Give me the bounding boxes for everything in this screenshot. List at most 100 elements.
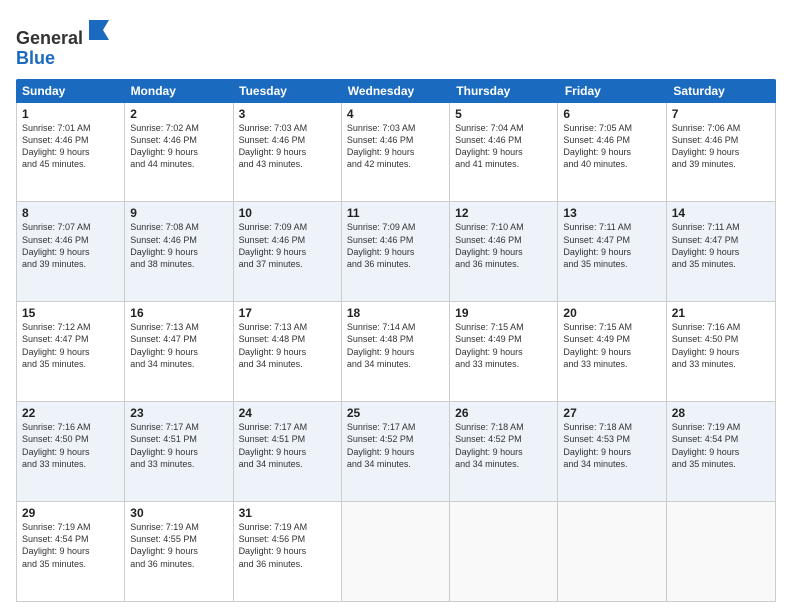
cell-line: Sunrise: 7:17 AM bbox=[130, 421, 227, 433]
cell-line: Daylight: 9 hours bbox=[455, 346, 552, 358]
day-number: 22 bbox=[22, 406, 119, 420]
calendar-cell-12: 12Sunrise: 7:10 AMSunset: 4:46 PMDayligh… bbox=[450, 202, 558, 301]
cell-line: Sunrise: 7:09 AM bbox=[239, 221, 336, 233]
calendar-cell-21: 21Sunrise: 7:16 AMSunset: 4:50 PMDayligh… bbox=[667, 302, 775, 401]
cell-line: and 34 minutes. bbox=[239, 358, 336, 370]
calendar-cell-9: 9Sunrise: 7:08 AMSunset: 4:46 PMDaylight… bbox=[125, 202, 233, 301]
calendar-row-3: 22Sunrise: 7:16 AMSunset: 4:50 PMDayligh… bbox=[17, 402, 775, 502]
cell-line: Daylight: 9 hours bbox=[239, 146, 336, 158]
cell-line: Daylight: 9 hours bbox=[130, 346, 227, 358]
cell-line: Sunrise: 7:19 AM bbox=[672, 421, 770, 433]
day-number: 28 bbox=[672, 406, 770, 420]
cell-line: Sunrise: 7:19 AM bbox=[130, 521, 227, 533]
calendar-row-1: 8Sunrise: 7:07 AMSunset: 4:46 PMDaylight… bbox=[17, 202, 775, 302]
day-number: 20 bbox=[563, 306, 660, 320]
cell-line: and 40 minutes. bbox=[563, 158, 660, 170]
calendar-cell-15: 15Sunrise: 7:12 AMSunset: 4:47 PMDayligh… bbox=[17, 302, 125, 401]
day-number: 1 bbox=[22, 107, 119, 121]
cell-line: and 44 minutes. bbox=[130, 158, 227, 170]
cell-line: and 41 minutes. bbox=[455, 158, 552, 170]
calendar-cell-1: 1Sunrise: 7:01 AMSunset: 4:46 PMDaylight… bbox=[17, 103, 125, 202]
cell-line: and 33 minutes. bbox=[130, 458, 227, 470]
cell-line: and 45 minutes. bbox=[22, 158, 119, 170]
calendar-body: 1Sunrise: 7:01 AMSunset: 4:46 PMDaylight… bbox=[16, 103, 776, 602]
cell-line: Sunset: 4:46 PM bbox=[239, 134, 336, 146]
cell-line: Daylight: 9 hours bbox=[347, 346, 444, 358]
cell-line: Daylight: 9 hours bbox=[239, 246, 336, 258]
day-number: 10 bbox=[239, 206, 336, 220]
logo-general: General bbox=[16, 28, 83, 48]
day-number: 12 bbox=[455, 206, 552, 220]
calendar-cell-8: 8Sunrise: 7:07 AMSunset: 4:46 PMDaylight… bbox=[17, 202, 125, 301]
page-header: General Blue bbox=[16, 16, 776, 69]
cell-line: and 35 minutes. bbox=[22, 358, 119, 370]
page: General Blue SundayMondayTuesdayWednesda… bbox=[0, 0, 792, 612]
cell-line: Daylight: 9 hours bbox=[130, 246, 227, 258]
day-number: 5 bbox=[455, 107, 552, 121]
cell-line: Sunset: 4:46 PM bbox=[22, 134, 119, 146]
cell-line: Sunset: 4:46 PM bbox=[455, 234, 552, 246]
cell-line: and 36 minutes. bbox=[130, 558, 227, 570]
day-number: 30 bbox=[130, 506, 227, 520]
cell-line: Sunrise: 7:18 AM bbox=[455, 421, 552, 433]
cell-line: Sunrise: 7:07 AM bbox=[22, 221, 119, 233]
cell-line: Sunset: 4:52 PM bbox=[455, 433, 552, 445]
calendar-cell-4: 4Sunrise: 7:03 AMSunset: 4:46 PMDaylight… bbox=[342, 103, 450, 202]
calendar-cell-empty-4-3 bbox=[342, 502, 450, 601]
cell-line: and 34 minutes. bbox=[130, 358, 227, 370]
day-number: 25 bbox=[347, 406, 444, 420]
day-number: 13 bbox=[563, 206, 660, 220]
cell-line: Daylight: 9 hours bbox=[22, 446, 119, 458]
header-day-wednesday: Wednesday bbox=[342, 79, 451, 103]
cell-line: and 36 minutes. bbox=[239, 558, 336, 570]
calendar-cell-24: 24Sunrise: 7:17 AMSunset: 4:51 PMDayligh… bbox=[234, 402, 342, 501]
day-number: 26 bbox=[455, 406, 552, 420]
calendar-cell-13: 13Sunrise: 7:11 AMSunset: 4:47 PMDayligh… bbox=[558, 202, 666, 301]
cell-line: Sunset: 4:54 PM bbox=[22, 533, 119, 545]
cell-line: and 36 minutes. bbox=[347, 258, 444, 270]
cell-line: Daylight: 9 hours bbox=[455, 446, 552, 458]
calendar-row-4: 29Sunrise: 7:19 AMSunset: 4:54 PMDayligh… bbox=[17, 502, 775, 601]
cell-line: and 36 minutes. bbox=[455, 258, 552, 270]
cell-line: Daylight: 9 hours bbox=[347, 146, 444, 158]
cell-line: and 33 minutes. bbox=[455, 358, 552, 370]
day-number: 29 bbox=[22, 506, 119, 520]
calendar-header: SundayMondayTuesdayWednesdayThursdayFrid… bbox=[16, 79, 776, 103]
cell-line: Sunset: 4:47 PM bbox=[672, 234, 770, 246]
calendar-cell-20: 20Sunrise: 7:15 AMSunset: 4:49 PMDayligh… bbox=[558, 302, 666, 401]
day-number: 15 bbox=[22, 306, 119, 320]
cell-line: Daylight: 9 hours bbox=[455, 246, 552, 258]
day-number: 7 bbox=[672, 107, 770, 121]
cell-line: Sunset: 4:46 PM bbox=[672, 134, 770, 146]
calendar-row-2: 15Sunrise: 7:12 AMSunset: 4:47 PMDayligh… bbox=[17, 302, 775, 402]
cell-line: Daylight: 9 hours bbox=[22, 346, 119, 358]
calendar-cell-31: 31Sunrise: 7:19 AMSunset: 4:56 PMDayligh… bbox=[234, 502, 342, 601]
cell-line: Daylight: 9 hours bbox=[563, 446, 660, 458]
day-number: 21 bbox=[672, 306, 770, 320]
cell-line: Sunset: 4:51 PM bbox=[130, 433, 227, 445]
calendar-cell-19: 19Sunrise: 7:15 AMSunset: 4:49 PMDayligh… bbox=[450, 302, 558, 401]
cell-line: Sunrise: 7:03 AM bbox=[347, 122, 444, 134]
calendar-cell-empty-4-6 bbox=[667, 502, 775, 601]
cell-line: Sunrise: 7:11 AM bbox=[672, 221, 770, 233]
cell-line: Sunset: 4:55 PM bbox=[130, 533, 227, 545]
cell-line: Sunrise: 7:19 AM bbox=[239, 521, 336, 533]
calendar-cell-26: 26Sunrise: 7:18 AMSunset: 4:52 PMDayligh… bbox=[450, 402, 558, 501]
logo-blue-text: Blue bbox=[16, 49, 113, 69]
calendar-cell-empty-4-5 bbox=[558, 502, 666, 601]
calendar-cell-30: 30Sunrise: 7:19 AMSunset: 4:55 PMDayligh… bbox=[125, 502, 233, 601]
logo-flag-icon bbox=[85, 16, 113, 44]
calendar: SundayMondayTuesdayWednesdayThursdayFrid… bbox=[16, 79, 776, 602]
cell-line: and 39 minutes. bbox=[672, 158, 770, 170]
calendar-cell-14: 14Sunrise: 7:11 AMSunset: 4:47 PMDayligh… bbox=[667, 202, 775, 301]
cell-line: and 35 minutes. bbox=[672, 258, 770, 270]
cell-line: Sunrise: 7:03 AM bbox=[239, 122, 336, 134]
header-day-tuesday: Tuesday bbox=[233, 79, 342, 103]
cell-line: Daylight: 9 hours bbox=[239, 446, 336, 458]
logo: General Blue bbox=[16, 16, 113, 69]
cell-line: Sunset: 4:46 PM bbox=[22, 234, 119, 246]
day-number: 3 bbox=[239, 107, 336, 121]
calendar-cell-18: 18Sunrise: 7:14 AMSunset: 4:48 PMDayligh… bbox=[342, 302, 450, 401]
calendar-cell-23: 23Sunrise: 7:17 AMSunset: 4:51 PMDayligh… bbox=[125, 402, 233, 501]
cell-line: Sunrise: 7:18 AM bbox=[563, 421, 660, 433]
